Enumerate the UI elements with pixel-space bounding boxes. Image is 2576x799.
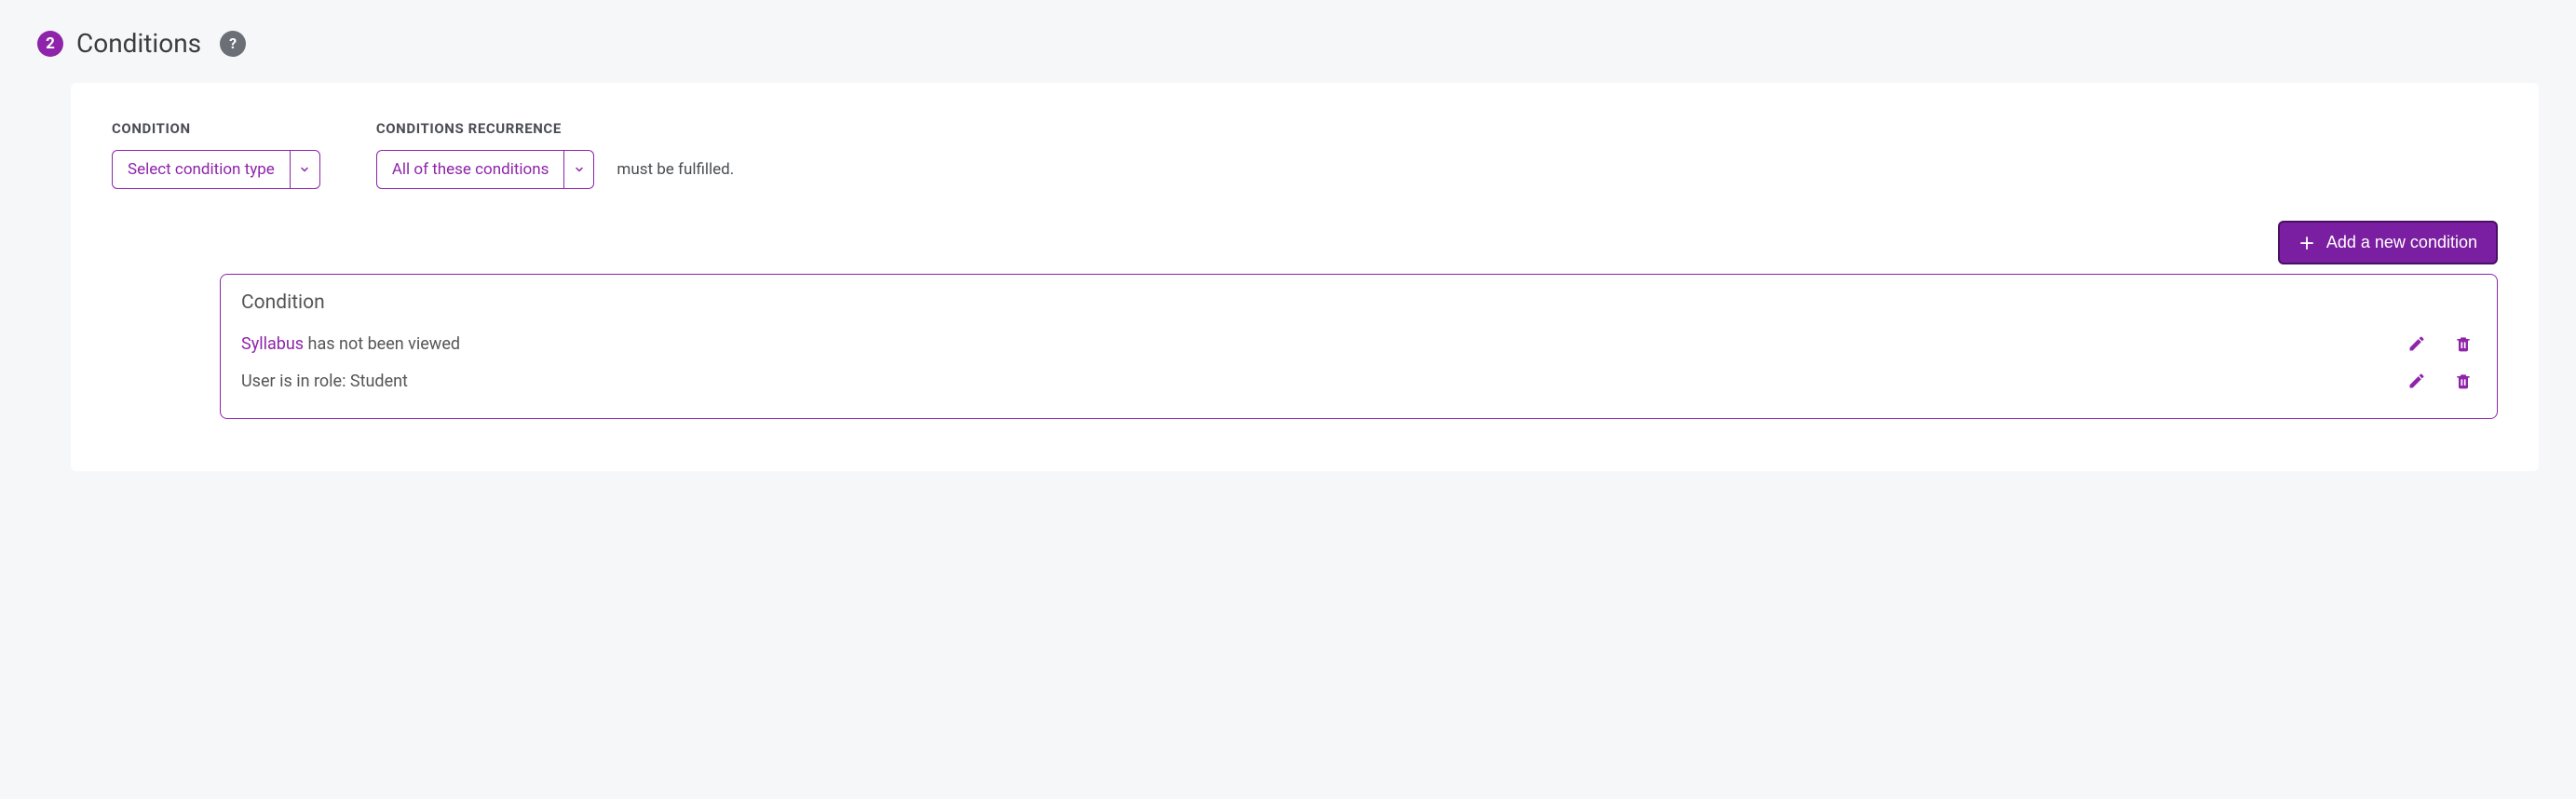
conditions-list-title: Condition [241,291,2476,314]
pencil-icon [2407,372,2426,390]
recurrence-label: CONDITIONS RECURRENCE [376,120,734,137]
controls-row: CONDITION Select condition type CONDITIO… [112,120,2498,189]
recurrence-value: All of these conditions [377,151,564,188]
recurrence-group: CONDITIONS RECURRENCE All of these condi… [376,120,734,189]
conditions-list-box: Condition Syllabus has not been viewed Us… [220,274,2498,419]
condition-item: Syllabus has not been viewed [241,325,2476,362]
section-title: Conditions [76,28,201,59]
condition-highlight: Syllabus [241,334,304,354]
condition-actions [2404,368,2476,394]
trash-icon [2454,372,2473,390]
condition-text: Syllabus has not been viewed [241,334,460,354]
condition-type-select[interactable]: Select condition type [112,150,320,189]
chevron-down-icon [290,151,319,188]
add-condition-label: Add a new condition [2326,233,2477,252]
plus-icon [2298,235,2315,251]
condition-item: User is in role: Student [241,362,2476,400]
conditions-card: CONDITION Select condition type CONDITIO… [71,83,2539,471]
condition-type-group: CONDITION Select condition type [112,120,320,189]
edit-button[interactable] [2404,331,2430,357]
condition-rest: has not been viewed [304,334,460,354]
condition-actions [2404,331,2476,357]
add-row: Add a new condition [112,221,2498,264]
add-condition-button[interactable]: Add a new condition [2278,221,2498,264]
trash-icon [2454,334,2473,353]
condition-text: User is in role: Student [241,372,408,391]
pencil-icon [2407,334,2426,353]
step-badge: 2 [37,31,63,57]
recurrence-suffix: must be fulfilled. [617,160,734,179]
recurrence-select[interactable]: All of these conditions [376,150,595,189]
section-header: 2 Conditions ? [37,28,2539,59]
help-icon[interactable]: ? [220,31,246,57]
delete-button[interactable] [2450,368,2476,394]
edit-button[interactable] [2404,368,2430,394]
condition-type-value: Select condition type [113,151,290,188]
chevron-down-icon [563,151,593,188]
condition-type-label: CONDITION [112,120,320,137]
delete-button[interactable] [2450,331,2476,357]
